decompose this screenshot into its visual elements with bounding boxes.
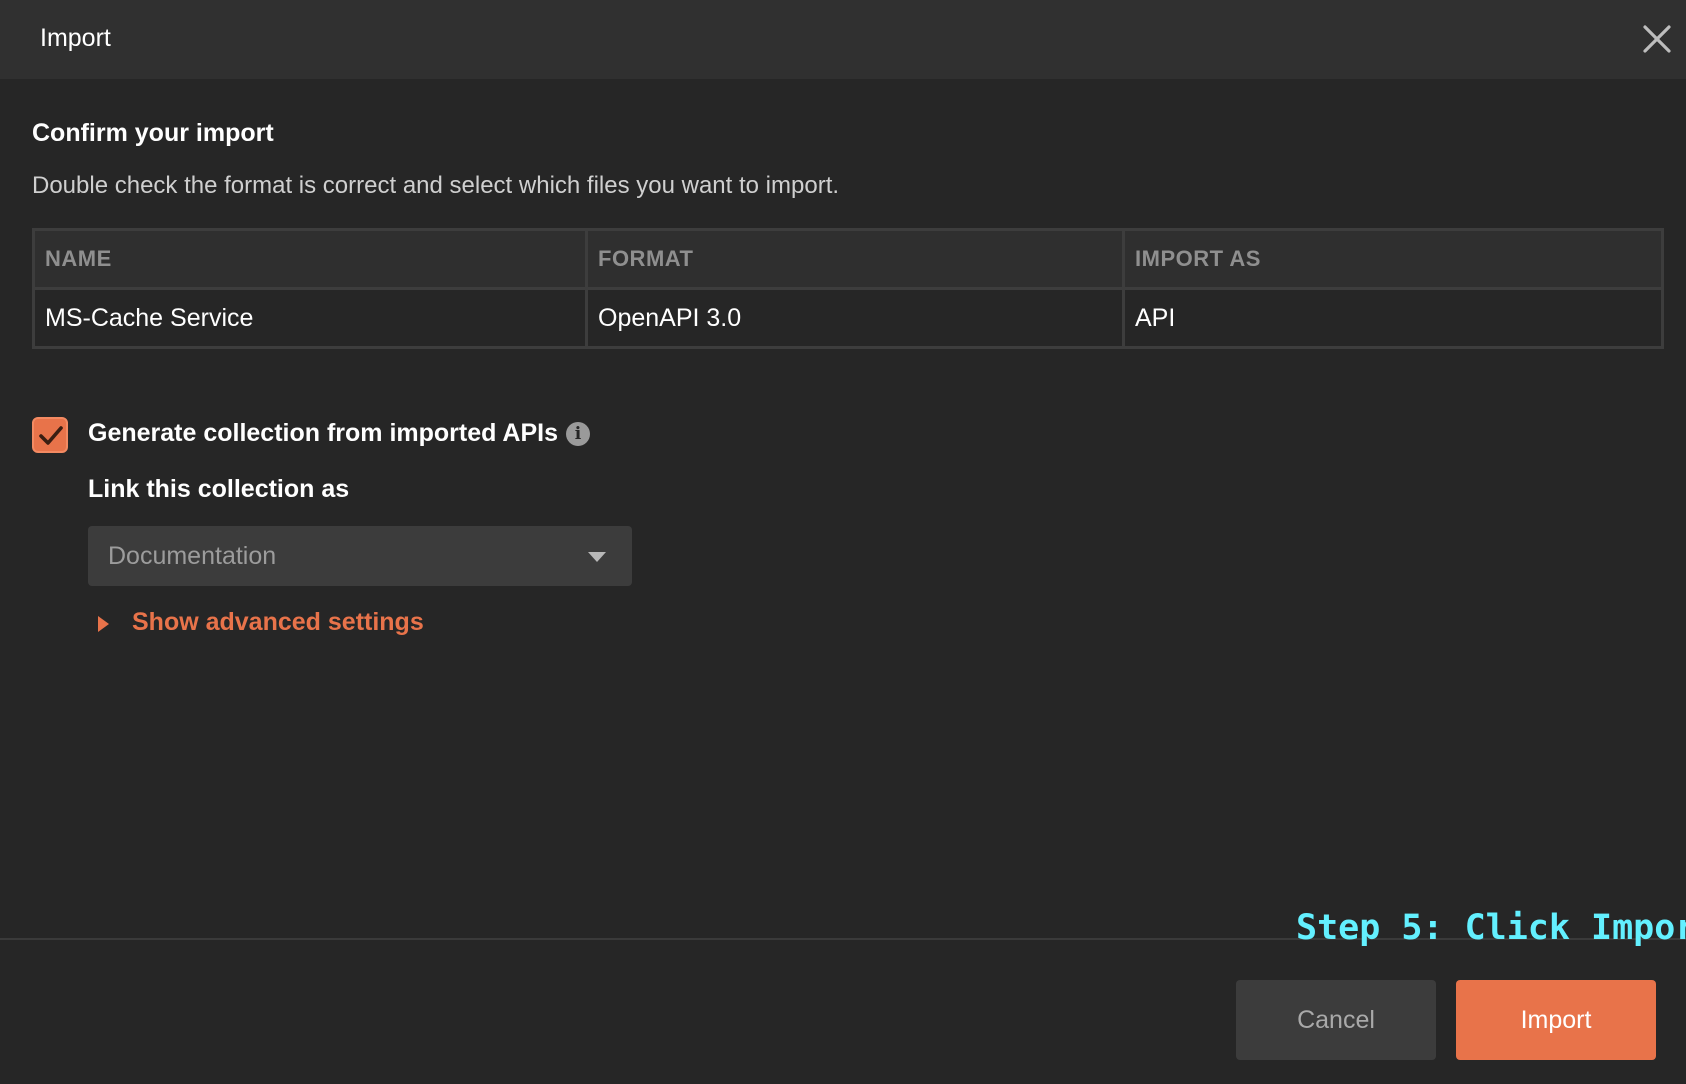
table-header-row: NAME FORMAT IMPORT AS	[32, 228, 1664, 290]
column-header-name: NAME	[32, 228, 588, 290]
dialog-title: Import	[40, 24, 111, 52]
column-header-import-as: IMPORT AS	[1122, 228, 1664, 290]
import-button[interactable]: Import	[1456, 980, 1656, 1060]
dialog-titlebar: Import	[0, 0, 1686, 79]
confirm-heading: Confirm your import	[32, 119, 274, 147]
cancel-button[interactable]: Cancel	[1236, 980, 1436, 1060]
import-dialog: Import Confirm your import Double check …	[0, 0, 1686, 1084]
confirm-description: Double check the format is correct and s…	[32, 172, 840, 199]
cell-import-as: API	[1122, 287, 1664, 349]
show-advanced-settings-label: Show advanced settings	[132, 608, 424, 636]
info-icon[interactable]: i	[566, 422, 590, 446]
cell-format: OpenAPI 3.0	[585, 287, 1125, 349]
generate-collection-checkbox[interactable]	[32, 417, 68, 453]
generate-collection-label[interactable]: Generate collection from imported APIs	[88, 419, 558, 448]
cell-name: MS-Cache Service	[32, 287, 588, 349]
link-collection-label: Link this collection as	[88, 475, 350, 503]
table-row[interactable]: MS-Cache Service OpenAPI 3.0 API	[32, 287, 1664, 349]
checkmark-icon	[39, 426, 63, 445]
link-collection-select[interactable]: Documentation	[88, 526, 632, 586]
close-icon	[1643, 25, 1671, 53]
import-files-table: NAME FORMAT IMPORT AS MS-Cache Service O…	[32, 228, 1664, 349]
close-button[interactable]	[1640, 22, 1674, 56]
link-collection-select-value: Documentation	[108, 542, 277, 570]
step-annotation: Step 5: Click Import	[1296, 908, 1686, 948]
column-header-format: FORMAT	[585, 228, 1125, 290]
chevron-down-icon	[588, 552, 606, 562]
caret-right-icon	[98, 616, 109, 632]
